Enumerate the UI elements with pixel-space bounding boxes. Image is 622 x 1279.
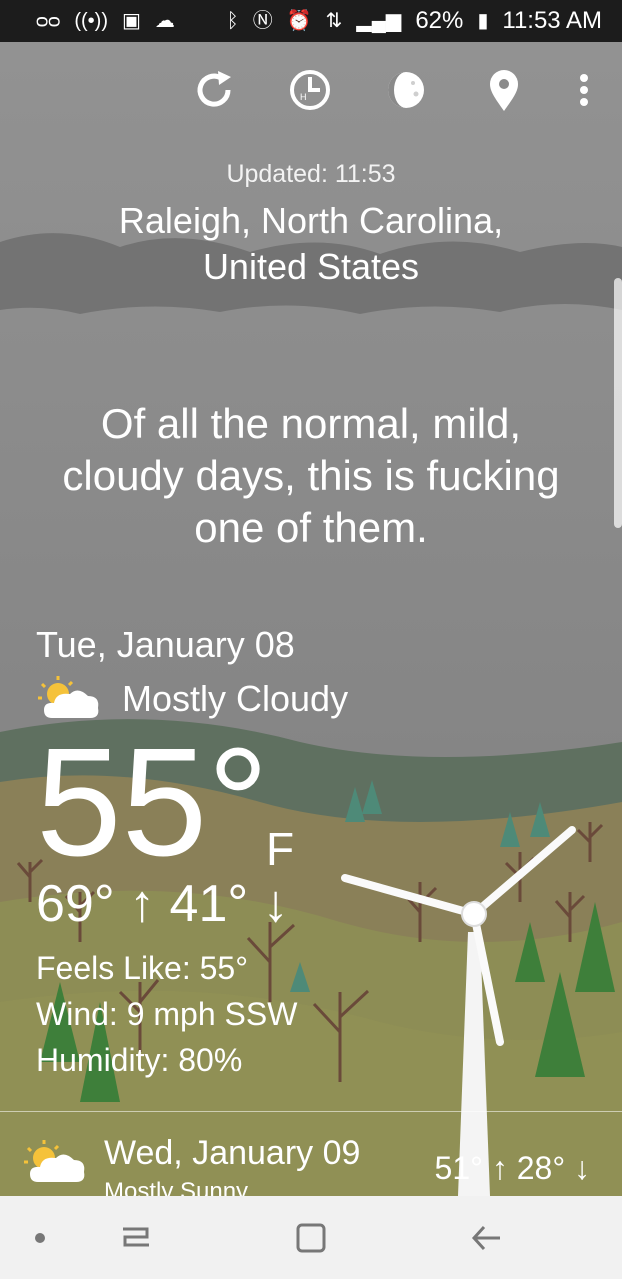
home-button[interactable] <box>261 1196 361 1279</box>
quote-line-2: cloudy days, this is fucking <box>62 452 560 499</box>
quote-line-1: Of all the normal, mild, <box>100 400 522 447</box>
hourly-forecast-button[interactable]: H <box>282 62 338 118</box>
bluetooth-icon: ᛒ <box>226 10 239 32</box>
moon-phase-button[interactable] <box>378 62 434 118</box>
signal-icon: ▂▄▆ <box>356 10 402 32</box>
partly-sunny-icon <box>24 1140 85 1182</box>
quote-line-3: one of them. <box>194 504 428 551</box>
humidity: Humidity: 80% <box>36 1042 243 1078</box>
status-time: 11:53 AM <box>502 7 602 34</box>
forecast-hi-lo: 51° ↑ 28° ↓ <box>434 1150 590 1186</box>
wind: Wind: 9 mph SSW <box>36 996 298 1032</box>
battery-percent: 62% <box>415 7 464 34</box>
svg-text:H: H <box>300 92 307 102</box>
refresh-icon <box>197 71 231 107</box>
scrollbar[interactable] <box>614 278 622 528</box>
alarm-icon: ⏰ <box>286 10 312 32</box>
dot-icon <box>35 1232 45 1243</box>
location-line-1: Raleigh, North Carolina, <box>118 200 504 241</box>
toolbar: H <box>0 62 622 122</box>
location-button[interactable] <box>476 62 532 118</box>
location-line-2: United States <box>202 246 420 287</box>
back-icon <box>471 1225 500 1250</box>
cloud-icon: ☁ <box>154 10 175 32</box>
today-condition: Mostly Cloudy <box>122 678 349 719</box>
recents-button[interactable] <box>86 1196 186 1279</box>
nav-dot-button[interactable] <box>0 1196 90 1279</box>
recents-icon <box>123 1227 149 1246</box>
nfc-icon: Ⓝ <box>252 10 273 32</box>
today-hi-lo: 69° ↑ 41° ↓ <box>36 875 289 933</box>
back-button[interactable] <box>436 1196 536 1279</box>
moon-phase-icon <box>388 72 424 108</box>
refresh-button[interactable] <box>186 62 242 118</box>
temperature-unit[interactable]: F <box>266 822 294 876</box>
location-name[interactable]: Raleigh, North Carolina, United States <box>0 198 622 290</box>
status-right: ᛒ Ⓝ ⏰ ⇅ ▂▄▆ 62% ▮ 11:53 AM <box>227 7 602 35</box>
data-icon: ⇅ <box>325 10 343 32</box>
current-temperature: 55° <box>36 716 269 888</box>
weather-quote: Of all the normal, mild, cloudy days, th… <box>30 398 592 554</box>
podcast-icon: ((•)) <box>74 10 108 32</box>
status-bar: ᴑᴑ ((•)) ▣ ☁ ᛒ Ⓝ ⏰ ⇅ ▂▄▆ 62% ▮ 11:53 AM <box>0 0 622 42</box>
voicemail-icon: ᴑᴑ <box>36 10 61 32</box>
forecast-condition: Mostly Sunny <box>104 1178 249 1196</box>
more-vert-icon <box>580 74 588 106</box>
feels-like: Feels Like: 55° <box>36 950 249 986</box>
divider <box>0 1111 622 1112</box>
home-icon <box>296 1223 326 1252</box>
status-left: ᴑᴑ ((•)) ▣ ☁ <box>36 11 175 31</box>
image-icon: ▣ <box>122 10 141 32</box>
location-pin-icon <box>490 70 518 111</box>
forecast-date: Wed, January 09 <box>104 1134 361 1172</box>
today-date: Tue, January 08 <box>36 624 295 665</box>
battery-icon: ▮ <box>477 10 489 32</box>
more-options-button[interactable] <box>556 62 612 118</box>
updated-time: Updated: 11:53 <box>226 160 396 188</box>
hourly-clock-icon: H <box>290 70 330 110</box>
navigation-bar <box>0 1196 622 1279</box>
